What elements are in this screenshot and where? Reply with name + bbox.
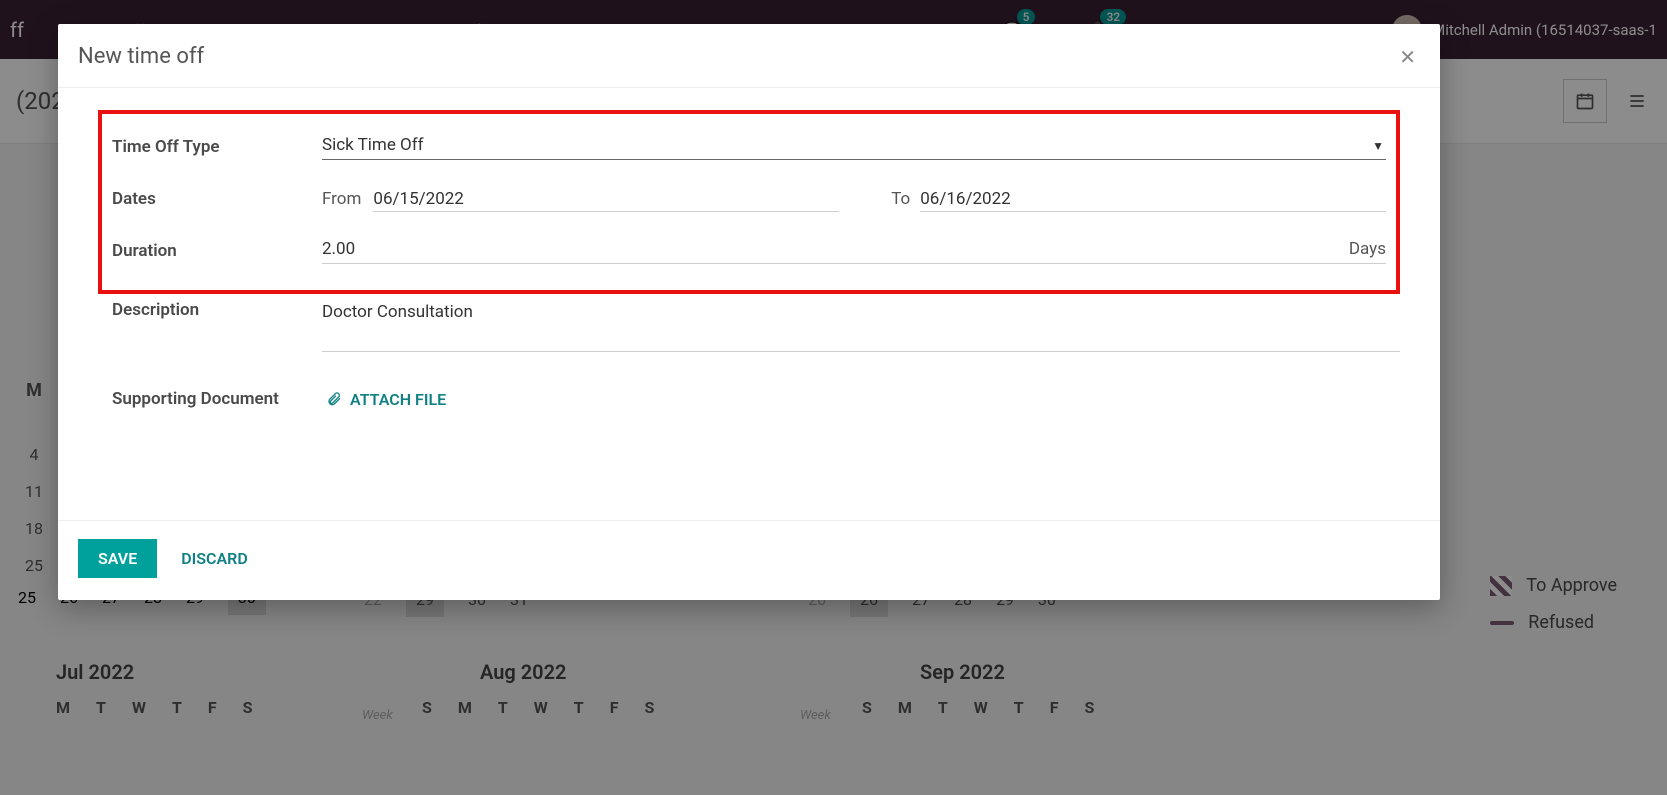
close-icon: ✕ xyxy=(1399,45,1416,69)
date-to-input[interactable] xyxy=(920,187,1386,212)
date-from-input[interactable] xyxy=(373,187,839,212)
close-button[interactable]: ✕ xyxy=(1399,45,1416,69)
label-dates: Dates xyxy=(112,189,322,209)
description-value: Doctor Consultation xyxy=(322,302,473,322)
paperclip-icon xyxy=(326,391,342,407)
new-time-off-modal: New time off ✕ Time Off Type Sick Time O… xyxy=(58,24,1440,600)
modal-title: New time off xyxy=(78,44,204,69)
chevron-down-icon: ▼ xyxy=(1372,139,1384,153)
duration-field[interactable]: 2.00 Days xyxy=(322,239,1386,264)
label-time-off-type: Time Off Type xyxy=(112,137,322,157)
label-description: Description xyxy=(112,300,322,320)
time-off-type-value: Sick Time Off xyxy=(322,135,424,155)
attach-file-button[interactable]: ATTACH FILE xyxy=(326,390,446,409)
discard-button[interactable]: DISCARD xyxy=(181,549,248,568)
time-off-type-select[interactable]: Sick Time Off ▼ xyxy=(322,135,1386,160)
label-supporting-document: Supporting Document xyxy=(112,389,322,409)
highlighted-fields-box: Time Off Type Sick Time Off ▼ Dates From… xyxy=(98,110,1400,294)
from-keyword: From xyxy=(322,189,361,209)
save-button[interactable]: SAVE xyxy=(78,539,157,578)
duration-unit: Days xyxy=(1349,239,1386,259)
label-duration: Duration xyxy=(112,241,322,261)
duration-value: 2.00 xyxy=(322,239,355,259)
description-input[interactable]: Doctor Consultation xyxy=(322,300,1400,352)
to-keyword: To xyxy=(891,189,910,209)
